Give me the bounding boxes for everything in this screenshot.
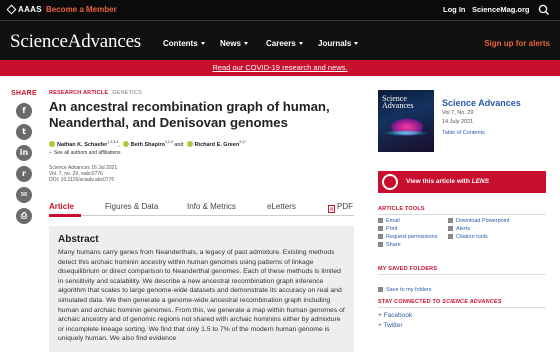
aaas-logo[interactable]: AAAS bbox=[6, 4, 42, 15]
tab-article[interactable]: Article bbox=[49, 202, 74, 211]
abstract-box: Abstract Many humans carry genes from Ne… bbox=[49, 226, 354, 352]
article-section[interactable]: GENETICS bbox=[112, 90, 142, 96]
article-tools-heading: ARTICLE TOOLS bbox=[378, 206, 546, 215]
orcid-icon[interactable] bbox=[122, 140, 129, 147]
sidebar: Science Advances Science Advances Vol 7,… bbox=[378, 90, 546, 152]
pdf-icon: ▤ bbox=[328, 205, 335, 213]
sciencemag-link[interactable]: ScienceMag.org bbox=[472, 5, 530, 14]
author-link[interactable]: Richard E. Green bbox=[195, 142, 240, 148]
print-tool[interactable]: Print bbox=[378, 226, 397, 232]
chevron-down-icon bbox=[354, 42, 359, 45]
share-column: SHARE f t in r ✉ ⎙ bbox=[11, 90, 37, 229]
nav-contents[interactable]: Contents bbox=[163, 39, 205, 48]
abstract-heading: Abstract bbox=[58, 234, 99, 245]
covid-link[interactable]: Read our COVID-19 research and news. bbox=[212, 63, 347, 72]
save-to-folders-link[interactable]: Save to my folders bbox=[378, 287, 432, 293]
journal-info: Science Advances Vol 7, No. 29 14 July 2… bbox=[442, 98, 521, 136]
permissions-icon bbox=[378, 234, 383, 239]
print-icon[interactable]: ⎙ bbox=[16, 208, 32, 224]
aaas-logo-icon bbox=[6, 4, 17, 15]
chevron-down-icon bbox=[200, 42, 205, 45]
search-icon[interactable] bbox=[536, 3, 552, 17]
download-powerpoint-tool[interactable]: Download Powerpoint bbox=[448, 218, 510, 224]
saved-folders-heading: MY SAVED FOLDERS bbox=[378, 266, 546, 275]
become-member-link[interactable]: Become a Member bbox=[46, 5, 117, 14]
chevron-down-icon bbox=[243, 42, 248, 45]
article-tools-list: Email Download Powerpoint Print Alerts R… bbox=[378, 218, 546, 254]
orcid-icon[interactable] bbox=[49, 140, 55, 147]
citation-tools-tool[interactable]: Citation tools bbox=[448, 234, 488, 240]
facebook-icon[interactable]: f bbox=[16, 103, 32, 119]
request-permissions-tool[interactable]: Request permissions bbox=[378, 234, 437, 240]
view-with-lens-button[interactable]: View this article with LENS bbox=[378, 171, 546, 193]
table-of-contents-link[interactable]: Table of Contents bbox=[442, 130, 521, 136]
linkedin-icon[interactable]: in bbox=[16, 145, 32, 161]
share-icon bbox=[378, 242, 383, 247]
nav-news[interactable]: News bbox=[220, 39, 248, 48]
plus-icon: + bbox=[49, 149, 52, 156]
citation-icon bbox=[448, 234, 453, 239]
cover-art bbox=[384, 130, 428, 136]
tab-info-metrics[interactable]: Info & Metrics bbox=[187, 202, 236, 211]
lens-icon bbox=[382, 174, 398, 190]
saved-folders: MY SAVED FOLDERS Save to my folders bbox=[378, 266, 546, 296]
top-bar: AAAS Become a Member Log In ScienceMag.o… bbox=[0, 0, 560, 20]
journal-issue: Science Advances Science Advances Vol 7,… bbox=[378, 90, 546, 152]
article-title: An ancestral recombination graph of huma… bbox=[49, 99, 330, 130]
nav-journals[interactable]: Journals bbox=[318, 39, 359, 48]
powerpoint-icon bbox=[448, 218, 453, 223]
orcid-icon[interactable] bbox=[186, 140, 193, 147]
article-tools: ARTICLE TOOLS Email Download Powerpoint … bbox=[378, 206, 546, 254]
journal-cover-image[interactable]: Science Advances bbox=[378, 90, 434, 152]
alert-icon bbox=[448, 226, 453, 231]
main-header: ScienceAdvances Contents News Careers Jo… bbox=[0, 20, 560, 60]
science-advances-brand[interactable]: ScienceAdvances bbox=[10, 31, 141, 53]
author-link[interactable]: Beth Shapiro bbox=[131, 142, 165, 148]
email-icon[interactable]: ✉ bbox=[16, 187, 32, 203]
tab-eletters[interactable]: eLetters bbox=[267, 202, 296, 211]
active-tab-indicator bbox=[49, 214, 81, 217]
author-link[interactable]: Nathan K. Schaefer bbox=[57, 142, 107, 148]
stay-connected-heading: STAY CONNECTED TO SCIENCE ADVANCES bbox=[378, 299, 546, 308]
alerts-tool[interactable]: Alerts bbox=[448, 226, 470, 232]
facebook-link[interactable]: + Facebook bbox=[378, 311, 546, 321]
share-tool[interactable]: Share bbox=[378, 242, 401, 248]
chevron-down-icon bbox=[298, 42, 303, 45]
log-in-link[interactable]: Log In bbox=[443, 5, 466, 14]
stay-connected: STAY CONNECTED TO SCIENCE ADVANCES + Fac… bbox=[378, 299, 546, 331]
article-kicker: RESEARCH ARTICLE GENETICS bbox=[49, 90, 142, 96]
journal-date: 14 July 2021 bbox=[442, 119, 474, 125]
print-icon bbox=[378, 226, 383, 231]
email-tool[interactable]: Email bbox=[378, 218, 400, 224]
author-list: Nathan K. Schaefer1,2,3,4, Beth Shapiro1… bbox=[49, 140, 354, 148]
twitter-link[interactable]: + Twitter bbox=[378, 321, 546, 331]
tab-figures-data[interactable]: Figures & Data bbox=[105, 202, 158, 211]
twitter-icon[interactable]: t bbox=[16, 124, 32, 140]
article-tabs: Article Figures & Data Info & Metrics eL… bbox=[49, 198, 354, 216]
sign-up-alerts-link[interactable]: Sign up for alerts bbox=[484, 39, 550, 48]
journal-volume: Vol 7, No. 29 bbox=[442, 110, 474, 116]
nav-careers[interactable]: Careers bbox=[266, 39, 303, 48]
journal-name[interactable]: Science Advances bbox=[442, 98, 521, 108]
covid-banner: Read our COVID-19 research and news. bbox=[0, 60, 560, 76]
article-meta: Science Advances 16 Jul 2021: Vol. 7, no… bbox=[49, 164, 119, 184]
see-all-authors-link[interactable]: + See all authors and affiliations bbox=[49, 150, 354, 156]
abstract-text: Many humans carry genes from Neanderthal… bbox=[58, 249, 345, 343]
article-header: RESEARCH ARTICLE GENETICS An ancestral re… bbox=[49, 90, 354, 183]
tab-pdf[interactable]: ▤ PDF bbox=[328, 202, 353, 213]
reddit-icon[interactable]: r bbox=[16, 166, 32, 182]
folder-icon bbox=[378, 287, 383, 292]
cover-title: Science Advances bbox=[382, 94, 414, 110]
share-label: SHARE bbox=[11, 90, 38, 97]
email-icon bbox=[378, 218, 383, 223]
